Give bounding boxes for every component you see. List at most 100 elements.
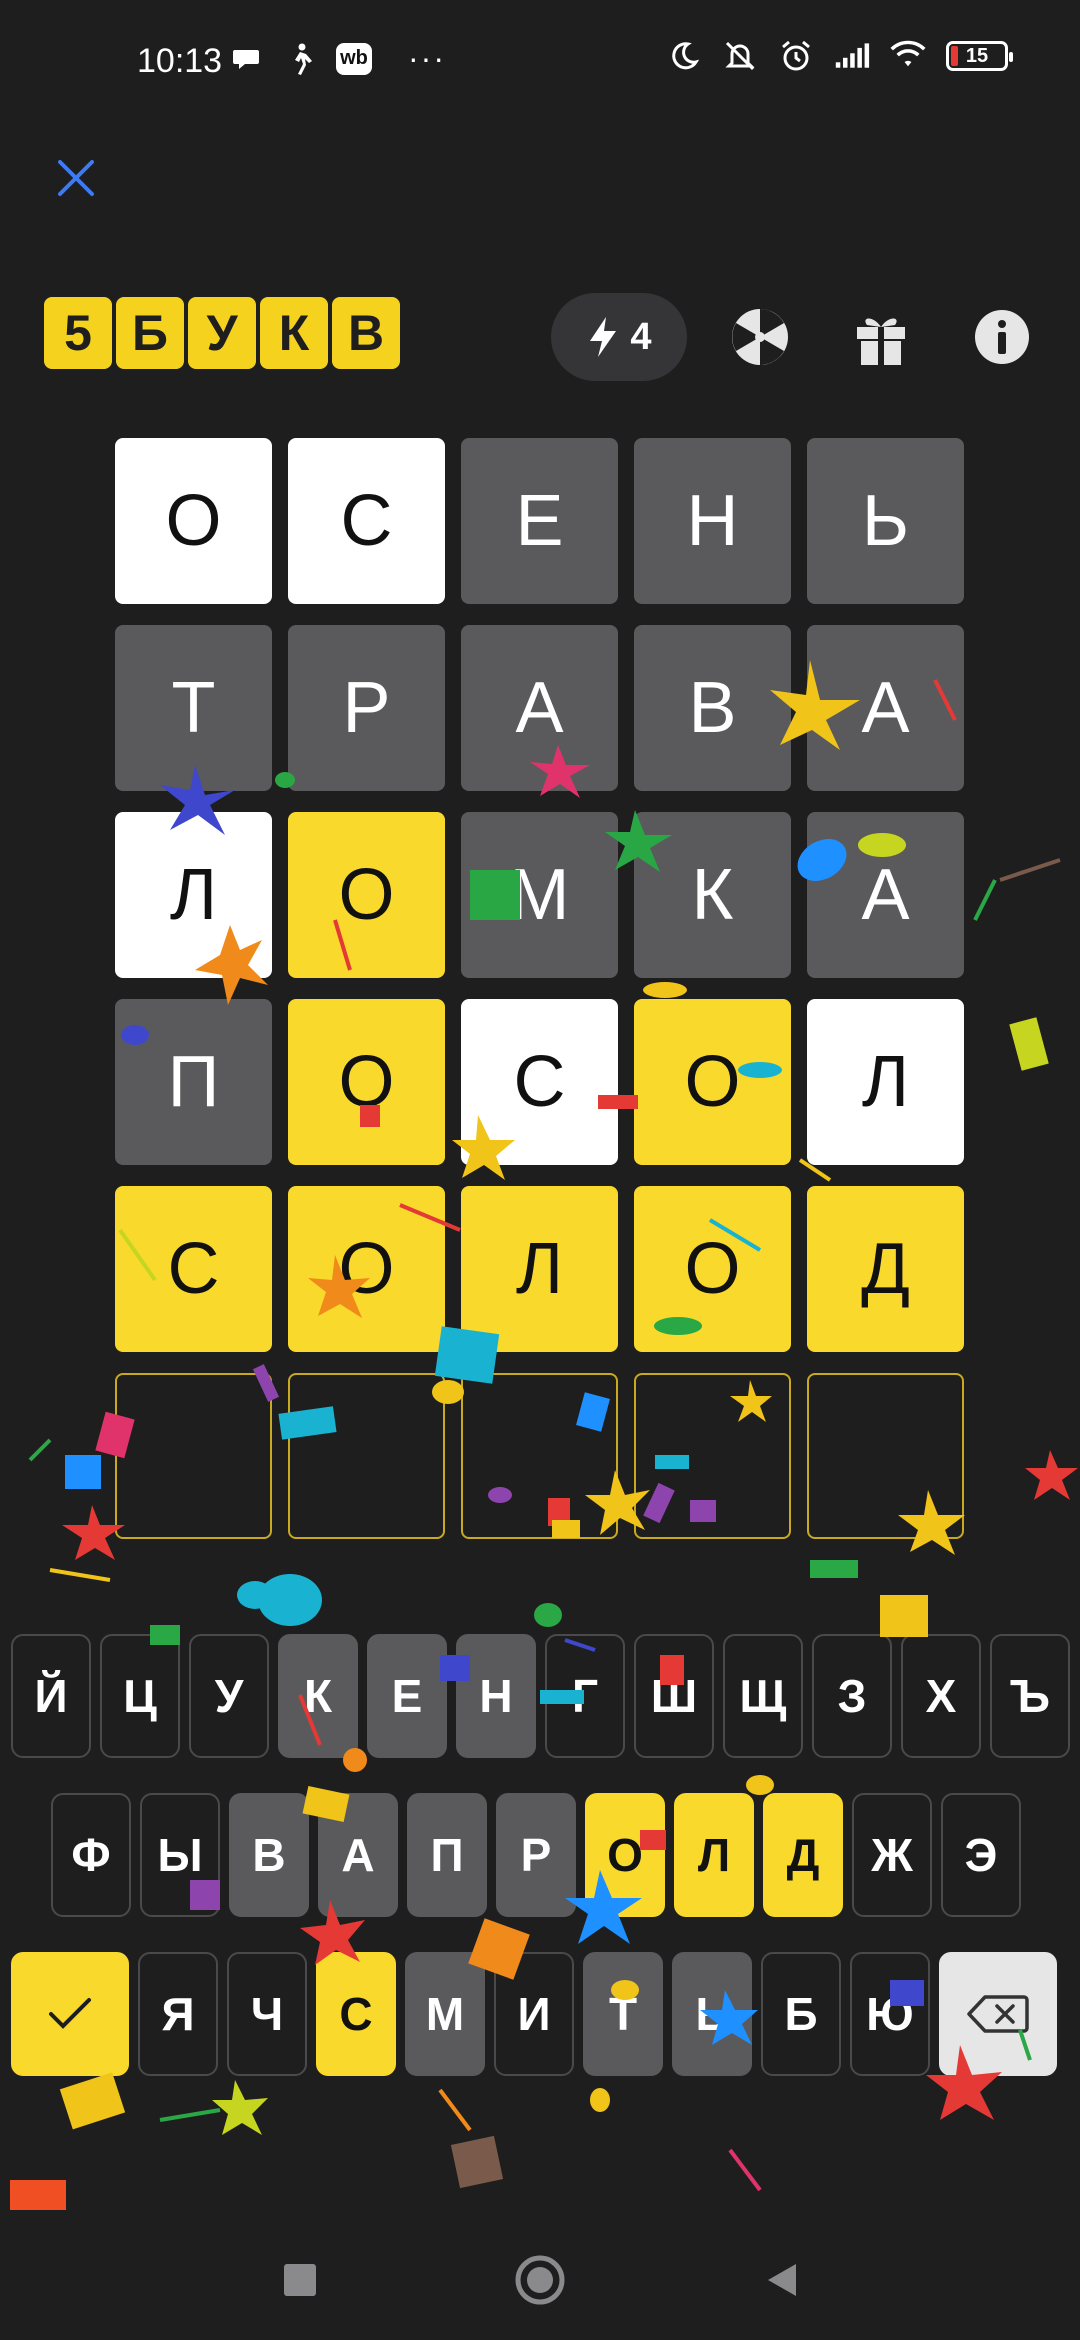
status-left-icons: wb ··· — [228, 40, 446, 77]
key-letter[interactable]: А — [318, 1793, 398, 1917]
key-letter[interactable]: Й — [11, 1634, 91, 1758]
info-button[interactable] — [970, 305, 1034, 369]
board-tile: О — [115, 438, 272, 604]
board-tile: Р — [288, 625, 445, 791]
key-letter[interactable]: Ь — [672, 1952, 752, 2076]
close-icon — [58, 160, 94, 196]
status-right-icons: 15 — [666, 38, 1013, 74]
gift-button[interactable] — [849, 305, 913, 369]
board-tile: О — [634, 1186, 791, 1352]
key-letter[interactable]: О — [585, 1793, 665, 1917]
board-tile — [288, 1373, 445, 1539]
close-button[interactable] — [48, 150, 104, 206]
board-tile: О — [288, 1186, 445, 1352]
system-nav-bar — [0, 2220, 1080, 2340]
status-time: 10:13 — [137, 42, 223, 80]
info-icon — [975, 310, 1029, 364]
circle-icon — [515, 2255, 565, 2305]
board-tile: А — [461, 625, 618, 791]
key-letter[interactable]: Ж — [852, 1793, 932, 1917]
board-tile — [115, 1373, 272, 1539]
board-tile: О — [634, 999, 791, 1165]
status-bar: 10:13 wb ··· 15 — [0, 0, 1080, 130]
logo-letter: К — [260, 297, 328, 369]
key-letter[interactable]: Ы — [140, 1793, 220, 1917]
key-letter[interactable]: Ю — [850, 1952, 930, 2076]
key-letter[interactable]: Г — [545, 1634, 625, 1758]
key-letter[interactable]: Н — [456, 1634, 536, 1758]
board-tile: С — [461, 999, 618, 1165]
board-tile: М — [461, 812, 618, 978]
key-letter[interactable]: Ц — [100, 1634, 180, 1758]
recents-button[interactable] — [270, 2250, 330, 2310]
logo-letter: Б — [116, 297, 184, 369]
key-letter[interactable]: Л — [674, 1793, 754, 1917]
board-tile: А — [807, 812, 964, 978]
board-tile — [807, 1373, 964, 1539]
board-tile: К — [634, 812, 791, 978]
wifi-icon — [890, 38, 926, 74]
walking-icon — [282, 41, 318, 77]
key-letter[interactable]: Д — [763, 1793, 843, 1917]
battery-indicator: 15 — [946, 41, 1013, 71]
key-letter[interactable]: П — [407, 1793, 487, 1917]
logo-letter: 5 — [44, 297, 112, 369]
key-letter[interactable]: Е — [367, 1634, 447, 1758]
key-letter[interactable]: К — [278, 1634, 358, 1758]
wb-app-icon: wb — [336, 42, 372, 75]
key-letter[interactable]: М — [405, 1952, 485, 2076]
key-letter[interactable]: Я — [138, 1952, 218, 2076]
key-letter[interactable]: Т — [583, 1952, 663, 2076]
key-letter[interactable]: Б — [761, 1952, 841, 2076]
gift-icon — [857, 318, 905, 365]
board-tile: А — [807, 625, 964, 791]
board-tile: Л — [461, 1186, 618, 1352]
hints-count: 4 — [630, 315, 652, 358]
keyboard-row-3: ЯЧСМИТЬБЮ — [11, 1952, 1057, 2076]
key-letter[interactable]: И — [494, 1952, 574, 2076]
logo-letter: У — [188, 297, 256, 369]
battery-level — [951, 46, 958, 66]
key-letter[interactable]: Ч — [227, 1952, 307, 2076]
wheel-button[interactable] — [728, 305, 792, 369]
key-letter[interactable]: Р — [496, 1793, 576, 1917]
key-letter[interactable]: Ш — [634, 1634, 714, 1758]
hints-button[interactable]: 4 — [551, 293, 687, 381]
board-tile — [461, 1373, 618, 1539]
key-letter[interactable]: Х — [901, 1634, 981, 1758]
check-icon — [49, 1998, 91, 2029]
logo-letter: В — [332, 297, 400, 369]
battery-percent: 15 — [965, 44, 989, 67]
keyboard-row-2: ФЫВАПРОЛДЖЭ — [51, 1793, 1021, 1917]
board-tile — [634, 1373, 791, 1539]
backspace-key[interactable] — [939, 1952, 1057, 2076]
square-icon — [284, 2264, 316, 2296]
key-letter[interactable]: Щ — [723, 1634, 803, 1758]
home-button[interactable] — [510, 2250, 570, 2310]
enter-key[interactable] — [11, 1952, 129, 2076]
key-letter[interactable]: З — [812, 1634, 892, 1758]
key-letter[interactable]: У — [189, 1634, 269, 1758]
board-tile: Ь — [807, 438, 964, 604]
key-letter[interactable]: Ф — [51, 1793, 131, 1917]
key-letter[interactable]: В — [229, 1793, 309, 1917]
board-tile: Е — [461, 438, 618, 604]
board-tile: Н — [634, 438, 791, 604]
back-button[interactable] — [752, 2250, 812, 2310]
keyboard-row-1: ЙЦУКЕНГШЩЗХЪ — [11, 1634, 1070, 1758]
keyboard-row-3-letters: ЯЧСМИТЬБЮ — [138, 1952, 930, 2076]
key-letter[interactable]: С — [316, 1952, 396, 2076]
board-tile: Т — [115, 625, 272, 791]
board-tile: Л — [115, 812, 272, 978]
key-letter[interactable]: Ъ — [990, 1634, 1070, 1758]
moon-icon — [666, 38, 702, 74]
more-notifications-icon: ··· — [408, 40, 446, 76]
wheel-icon — [732, 309, 788, 365]
back-triangle-icon — [768, 2264, 796, 2296]
board-tile: С — [115, 1186, 272, 1352]
board-tile: С — [288, 438, 445, 604]
board-tile: Л — [807, 999, 964, 1165]
chat-icon — [228, 41, 264, 77]
lightning-icon — [590, 317, 617, 357]
key-letter[interactable]: Э — [941, 1793, 1021, 1917]
